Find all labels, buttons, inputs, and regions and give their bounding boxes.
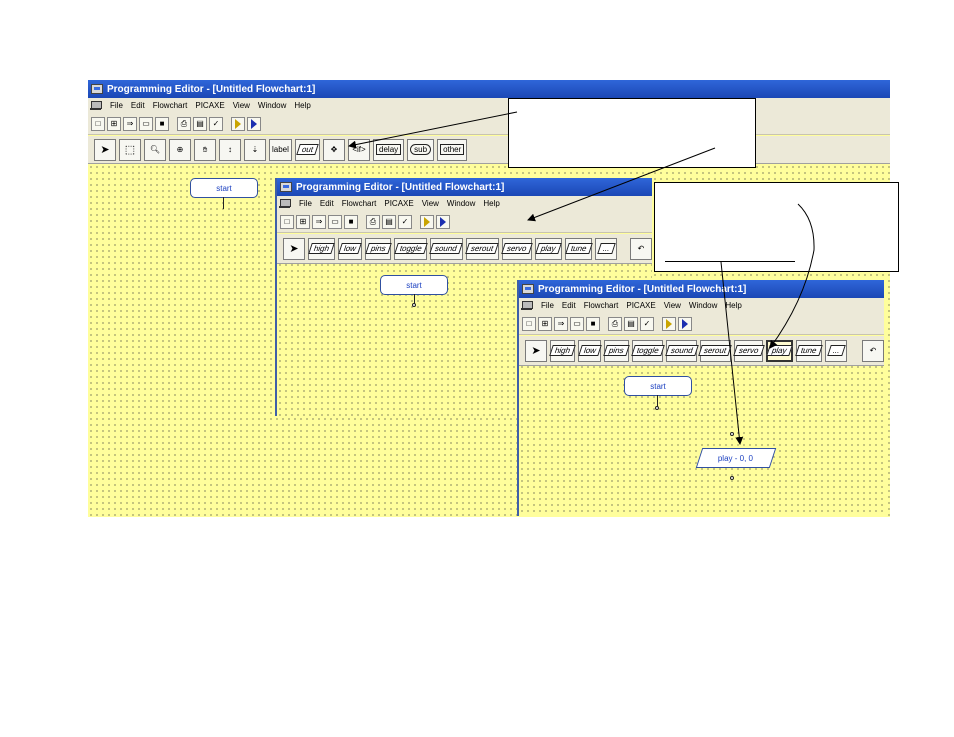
annotation-arrows [348, 111, 815, 445]
arrow-to-play-block [720, 261, 744, 445]
arrow-to-out-palette [527, 147, 716, 222]
arrow-to-play-button [769, 203, 815, 349]
arrow-to-out [348, 111, 518, 149]
